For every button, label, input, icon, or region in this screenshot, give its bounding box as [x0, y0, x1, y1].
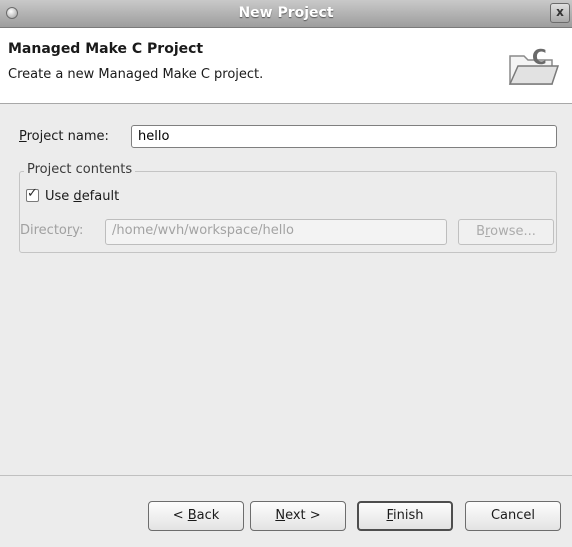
wizard-banner: Managed Make C Project Create a new Mana… — [0, 28, 572, 104]
cancel-button[interactable]: Cancel — [465, 501, 561, 531]
directory-input: /home/wvh/workspace/hello — [105, 219, 447, 245]
use-default-label[interactable]: Use default — [45, 189, 119, 204]
wizard-button-bar: < Back Next > Finish Cancel — [0, 475, 572, 547]
finish-button[interactable]: Finish — [357, 501, 453, 531]
project-name-label: Project name: — [19, 129, 109, 144]
use-default-checkbox[interactable]: ✓ — [26, 186, 39, 202]
next-button[interactable]: Next > — [250, 501, 346, 531]
window-title: New Project — [238, 5, 334, 21]
browse-button: Browse... — [458, 219, 554, 245]
directory-row: Directory: /home/wvh/workspace/hello Bro… — [20, 218, 556, 246]
wizard-page-description: Create a new Managed Make C project. — [8, 67, 264, 82]
back-button[interactable]: < Back — [148, 501, 244, 531]
wizard-content: Project name: Project contents ✓ Use defa… — [0, 105, 572, 475]
directory-label: Directory: — [20, 223, 84, 238]
c-project-folder-icon: C — [508, 45, 560, 85]
checkmark-icon: ✓ — [27, 186, 38, 201]
project-name-input[interactable] — [131, 125, 557, 148]
c-letter: C — [532, 45, 547, 69]
use-default-row[interactable]: ✓ Use default — [26, 186, 119, 204]
project-name-row: Project name: — [19, 125, 559, 151]
close-button[interactable]: x — [550, 3, 570, 23]
wizard-page-title: Managed Make C Project — [8, 41, 204, 57]
new-project-dialog: New Project x Managed Make C Project Cre… — [0, 0, 572, 547]
title-bar[interactable]: New Project x — [0, 0, 572, 28]
project-contents-group: Project contents ✓ Use default Directory:… — [19, 162, 557, 253]
project-contents-legend: Project contents — [24, 162, 136, 177]
